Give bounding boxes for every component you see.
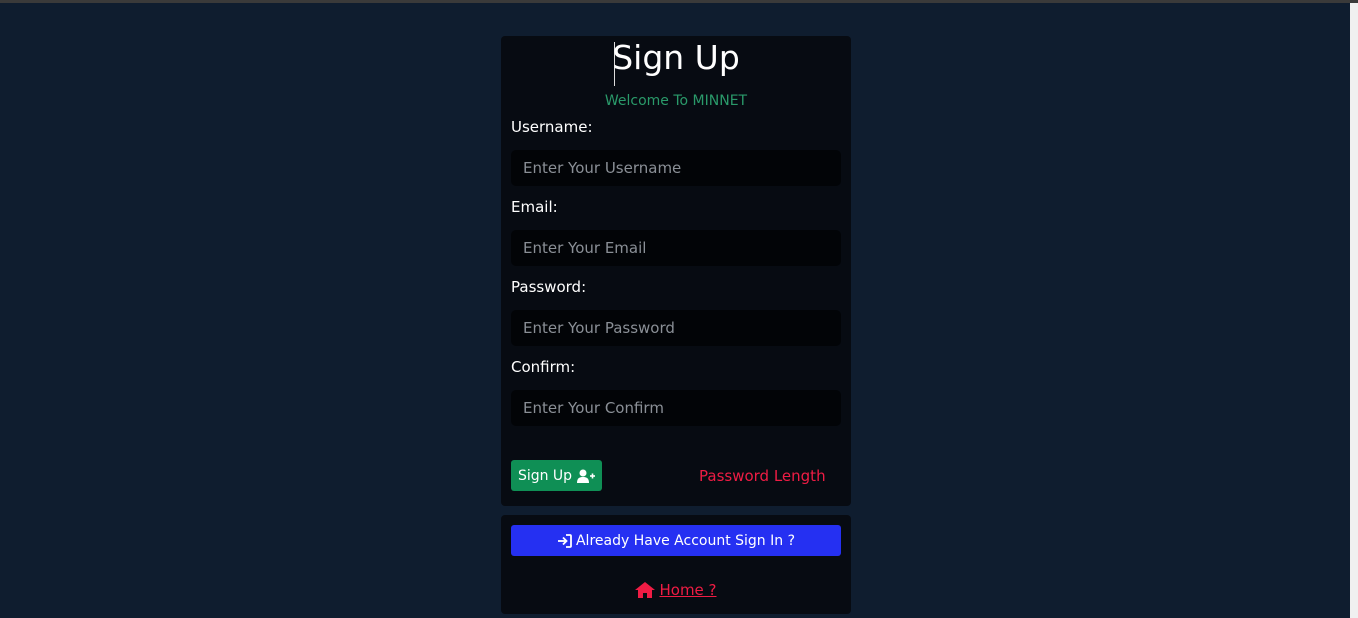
confirm-label: Confirm: [511,358,576,376]
password-length-hint: Password Length [699,467,826,485]
signin-button-label: Already Have Account Sign In ? [575,532,796,549]
welcome-text: Welcome To MINNET [604,93,748,109]
page-title: Sign Up [612,38,740,77]
signup-button-label: Sign Up [517,467,573,484]
email-input[interactable] [511,230,841,266]
signup-card: Sign Up Welcome To MINNET Username: Emai… [501,36,851,506]
password-input[interactable] [511,310,841,346]
password-label: Password: [511,278,587,296]
signup-button[interactable]: Sign Up [511,460,602,491]
confirm-input[interactable] [511,390,841,426]
home-link[interactable]: Home ? [501,581,851,599]
user-plus-icon [577,469,596,483]
home-icon [635,582,656,598]
username-label: Username: [511,118,593,136]
scrollbar[interactable] [1350,3,1358,618]
home-link-label: Home ? [659,581,717,599]
email-label: Email: [511,198,558,216]
signin-button[interactable]: Already Have Account Sign In ? [511,525,841,556]
signin-card: Already Have Account Sign In ? Home ? [501,515,851,614]
sign-in-icon [557,533,572,548]
browser-top-edge [0,0,1358,3]
username-input[interactable] [511,150,841,186]
